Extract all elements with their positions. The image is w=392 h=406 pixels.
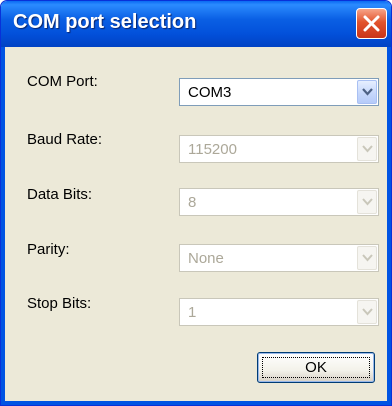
baud-rate-label: Baud Rate: (27, 131, 103, 148)
com-port-dialog: COM port selection COM Port: COM3 Baud R… (0, 0, 392, 406)
data-bits-label: Data Bits: (27, 186, 93, 203)
focus-rectangle (262, 357, 370, 378)
parity-dropdown-button[interactable] (357, 246, 377, 270)
com-port-dropdown-button[interactable] (357, 80, 377, 104)
baud-rate-select[interactable]: 115200 (179, 135, 379, 163)
data-bits-dropdown-button[interactable] (357, 190, 377, 214)
com-port-select[interactable]: COM3 (179, 78, 379, 106)
stop-bits-select[interactable]: 1 (179, 298, 379, 326)
data-bits-select[interactable]: 8 (179, 188, 379, 216)
parity-select[interactable]: None (179, 244, 379, 272)
parity-value: None (188, 250, 224, 267)
window-border-bottom (1, 401, 391, 405)
title-bar[interactable]: COM port selection (1, 1, 391, 47)
data-bits-value: 8 (188, 194, 197, 211)
parity-label: Parity: (27, 241, 70, 258)
window-border-right (387, 47, 391, 405)
baud-rate-dropdown-button[interactable] (357, 137, 377, 161)
window-border-left (1, 47, 5, 405)
com-port-label: COM Port: (27, 73, 98, 90)
stop-bits-value: 1 (188, 304, 197, 321)
chevron-down-icon (362, 198, 373, 206)
stop-bits-label: Stop Bits: (27, 295, 92, 312)
chevron-down-icon (362, 88, 373, 96)
chevron-down-icon (362, 308, 373, 316)
ok-button[interactable]: OK (257, 352, 375, 383)
stop-bits-dropdown-button[interactable] (357, 300, 377, 324)
close-icon (363, 15, 380, 32)
close-button[interactable] (356, 8, 387, 39)
baud-rate-value: 115200 (188, 141, 237, 158)
chevron-down-icon (362, 254, 373, 262)
com-port-value: COM3 (188, 84, 232, 101)
chevron-down-icon (362, 145, 373, 153)
window-title: COM port selection (13, 11, 197, 33)
